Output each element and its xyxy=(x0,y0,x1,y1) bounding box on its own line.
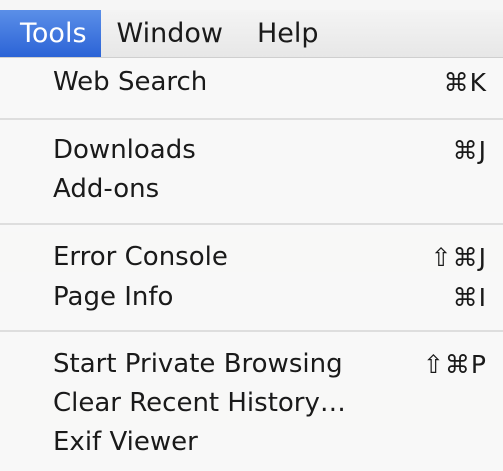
menubar-item-window[interactable]: Window xyxy=(101,10,241,57)
menu-item-label: Start Private Browsing xyxy=(53,349,343,379)
menu-item-shortcut: ⇧⌘J xyxy=(430,242,487,272)
menu-item-clear-recent-history[interactable]: Clear Recent History… xyxy=(0,383,503,423)
menu-item-label: Error Console xyxy=(53,242,228,272)
menu-item-error-console[interactable]: Error Console ⇧⌘J xyxy=(0,237,503,277)
menu-separator xyxy=(0,330,503,332)
menu-separator xyxy=(0,118,503,120)
menubar-item-tools[interactable]: Tools xyxy=(0,10,101,57)
menu-item-add-ons[interactable]: Add-ons xyxy=(0,169,503,209)
menu-separator xyxy=(0,223,503,225)
menu-bar: Tools Window Help xyxy=(0,10,503,58)
menu-item-shortcut: ⌘K xyxy=(443,67,487,97)
menu-item-label: Clear Recent History… xyxy=(53,388,346,418)
menu-item-exif-viewer[interactable]: Exif Viewer xyxy=(0,422,503,462)
menubar-item-help[interactable]: Help xyxy=(241,10,337,57)
tools-menu: Web Search ⌘K Downloads ⌘J Add-ons Error… xyxy=(0,58,503,471)
menu-item-shortcut: ⌘J xyxy=(452,135,487,165)
menu-item-label: Add-ons xyxy=(53,174,160,204)
menu-item-shortcut: ⌘I xyxy=(452,282,487,312)
menu-item-web-search[interactable]: Web Search ⌘K xyxy=(0,62,503,102)
menu-item-start-private-browsing[interactable]: Start Private Browsing ⇧⌘P xyxy=(0,344,503,384)
menu-item-page-info[interactable]: Page Info ⌘I xyxy=(0,277,503,317)
menu-item-label: Web Search xyxy=(53,67,208,97)
menu-item-label: Page Info xyxy=(53,282,174,312)
menu-item-downloads[interactable]: Downloads ⌘J xyxy=(0,130,503,170)
menu-item-label: Downloads xyxy=(53,135,196,165)
menu-item-shortcut: ⇧⌘P xyxy=(422,349,487,379)
menu-item-label: Exif Viewer xyxy=(53,427,198,457)
